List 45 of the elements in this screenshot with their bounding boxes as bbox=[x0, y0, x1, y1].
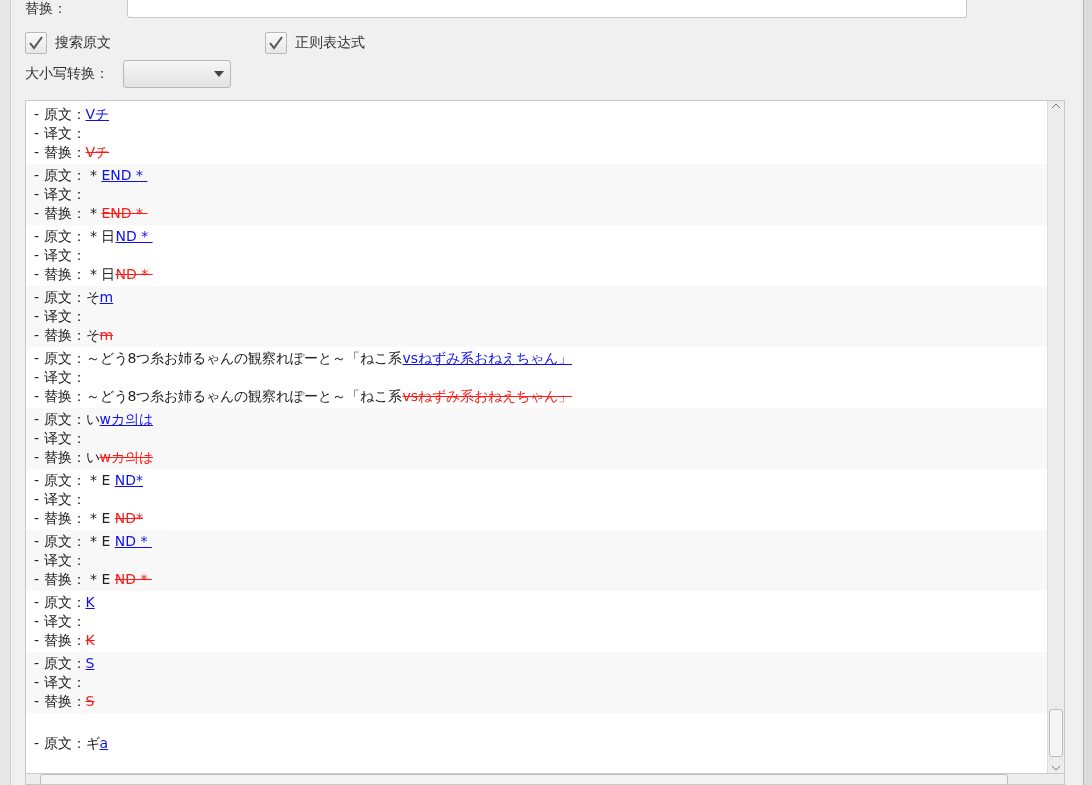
entry-line: - 原文：いwカ의は bbox=[34, 410, 154, 429]
entry-line: - 原文：S bbox=[34, 654, 96, 673]
entry-line: - 替换： * E ND* bbox=[34, 509, 144, 528]
result-entry[interactable]: - 原文：そm - 译文： - 替换：そm bbox=[26, 286, 1047, 347]
caret-icon bbox=[214, 71, 224, 77]
entry-line: - 替换：Vチ bbox=[34, 143, 111, 162]
entry-line: - 替换：S bbox=[34, 692, 96, 711]
entry-line: - 原文： * END * bbox=[34, 166, 144, 185]
checkbox[interactable] bbox=[25, 32, 47, 54]
entry-line: - 替换：～どう8つ糸お姉るゃんの観察れぽーと～「ねこ系vsねずみ系おねえちゃん」 bbox=[34, 387, 574, 406]
entry-line: - 原文：Vチ bbox=[34, 105, 111, 124]
entry-line: - 译文： bbox=[34, 429, 87, 448]
entry-line: - 替换：K bbox=[34, 631, 96, 650]
entry-line: - 原文：～どう8つ糸お姉るゃんの観察れぽーと～「ねこ系vsねずみ系おねえちゃん」 bbox=[34, 349, 574, 368]
case-convert-label: 大小写转换： bbox=[25, 65, 109, 83]
entry-line: - 译文： bbox=[34, 490, 87, 509]
entry-line: - 替换：そm bbox=[34, 326, 115, 345]
entry-line: - 原文：ギa bbox=[34, 734, 110, 753]
option-label: 正则表达式 bbox=[295, 34, 365, 52]
option-label: 搜索原文 bbox=[55, 34, 111, 52]
entry-line: - 译文： bbox=[34, 551, 87, 570]
entry-line: - 译文： bbox=[34, 246, 87, 265]
entry-line: - 译文： bbox=[34, 673, 87, 692]
entry-line: - 原文： * 日 ND * bbox=[34, 227, 150, 246]
checkbox[interactable] bbox=[265, 32, 287, 54]
entry-line: - 替换： * E ND * bbox=[34, 570, 149, 589]
result-entry[interactable]: - 原文：S - 译文： - 替换：S bbox=[26, 652, 1047, 713]
entry-line: - 替换： * 日 ND * bbox=[34, 265, 150, 284]
entry-line: - 替换：いwカ의は bbox=[34, 448, 154, 467]
vertical-scrollbar[interactable] bbox=[1047, 101, 1064, 773]
entry-line: - 译文： bbox=[34, 185, 87, 204]
entry-line: - 原文：K bbox=[34, 593, 96, 612]
case-convert-dropdown[interactable] bbox=[123, 60, 231, 88]
entry-line: - 替换： * END * bbox=[34, 204, 144, 223]
replace-label: 替换： bbox=[25, 0, 67, 18]
entry-line: - 译文： bbox=[34, 307, 87, 326]
result-entry[interactable]: - 原文： * E ND * - 译文： - 替换： * E ND * bbox=[26, 530, 1047, 591]
result-entry[interactable]: - 原文： * END * - 译文： - 替换： * END * bbox=[26, 164, 1047, 225]
entry-line: - 译文： bbox=[34, 612, 87, 631]
entry-line: - 译文： bbox=[34, 368, 87, 387]
entry-line: - 原文：そm bbox=[34, 288, 115, 307]
result-entry[interactable]: - 原文：いwカ의は - 译文： - 替换：いwカ의は bbox=[26, 408, 1047, 469]
entry-line: - 原文： * E ND * bbox=[34, 532, 149, 551]
entry-line: - 原文： * E ND* bbox=[34, 471, 144, 490]
entry-line: - 译文： bbox=[34, 124, 87, 143]
